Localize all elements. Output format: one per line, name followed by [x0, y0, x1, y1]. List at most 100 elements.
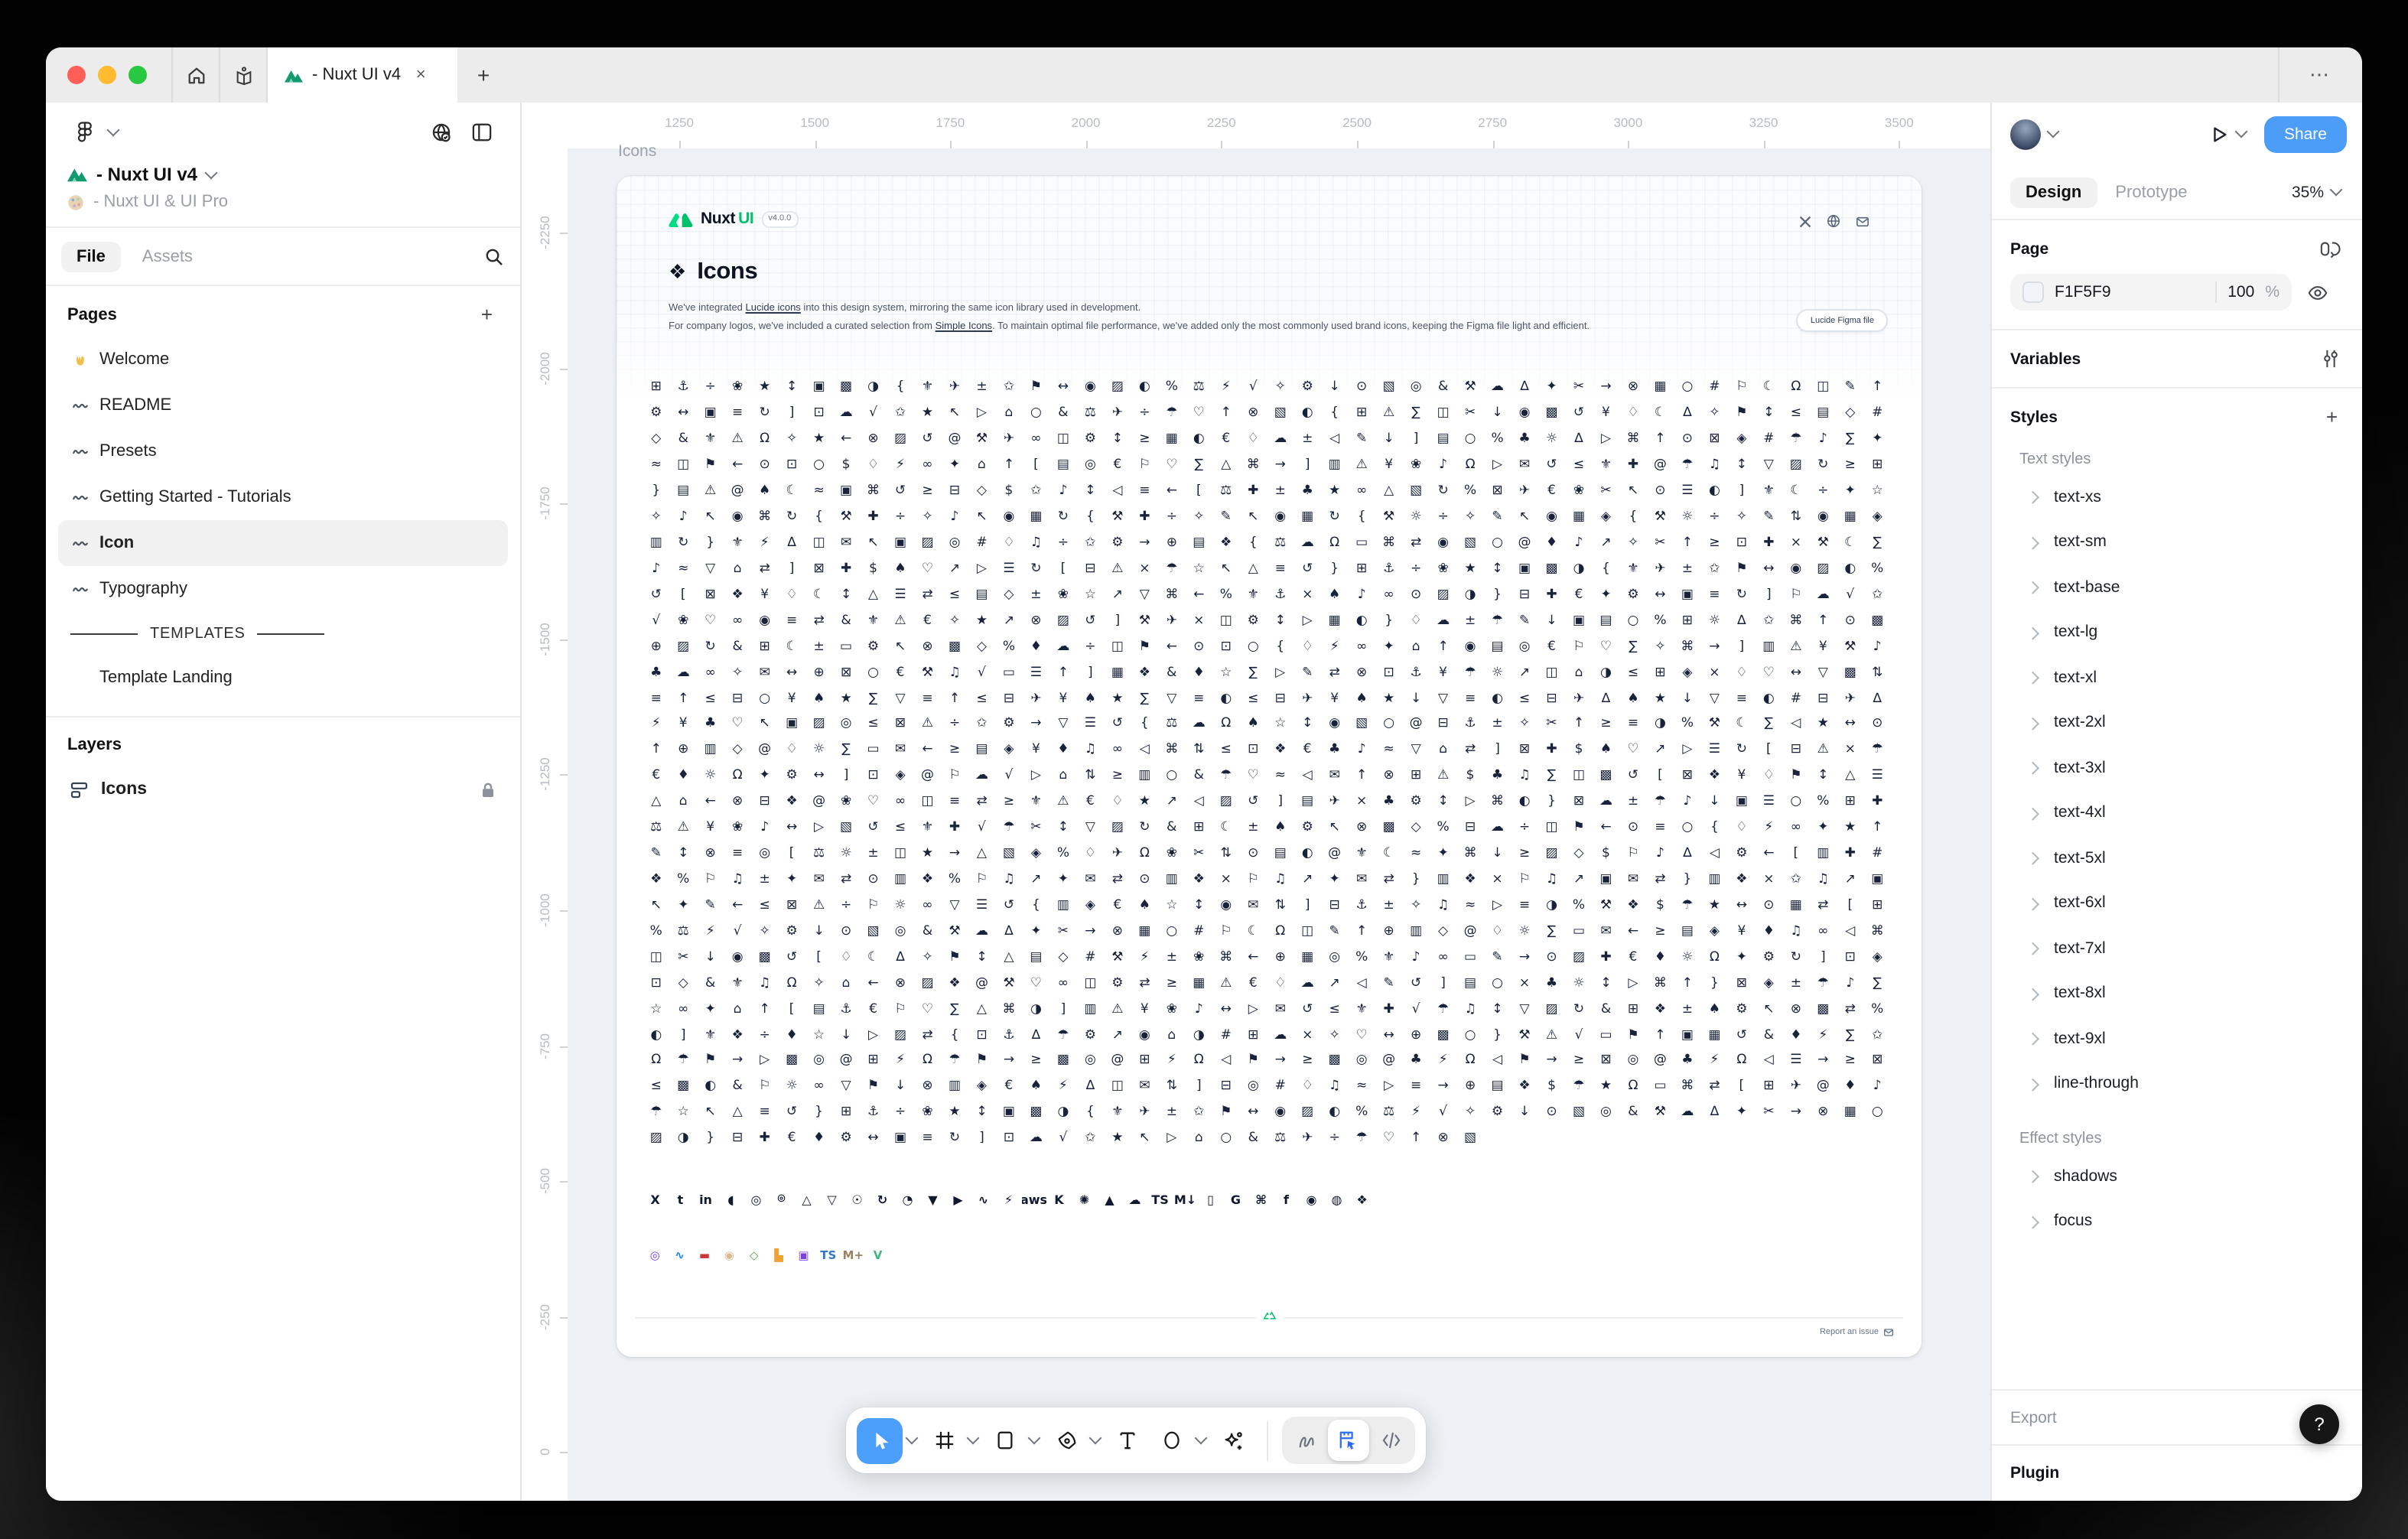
open-variables-button[interactable] [2316, 349, 2344, 369]
page-color-hex[interactable]: F1F5F9 [2055, 283, 2205, 301]
search-button[interactable] [483, 246, 505, 267]
grid-icon: ± [1782, 970, 1810, 996]
chevron-down-icon[interactable] [107, 123, 120, 136]
effect-style-item[interactable]: focus [2010, 1199, 2344, 1244]
tab-assets[interactable]: Assets [127, 241, 208, 272]
add-page-button[interactable]: + [475, 304, 499, 324]
move-tool-button[interactable] [857, 1417, 903, 1463]
chevron-down-icon[interactable] [205, 166, 218, 179]
text-style-item[interactable]: text-4xl [2010, 790, 2344, 835]
home-button[interactable] [173, 47, 219, 102]
file-title[interactable]: - Nuxt UI v4 [96, 164, 197, 185]
globe-icon[interactable] [1827, 214, 1840, 228]
ellipse-tool-button[interactable] [1152, 1417, 1192, 1463]
share-button[interactable]: Share [2264, 116, 2347, 152]
grid-icon: ★ [1647, 685, 1674, 711]
actions-tool-button[interactable] [1213, 1417, 1253, 1463]
text-style-item[interactable]: text-8xl [2010, 971, 2344, 1016]
layer-item-icons[interactable]: Icons [58, 766, 508, 812]
dev-mode-button[interactable] [1328, 1420, 1369, 1461]
chevron-down-icon[interactable] [906, 1432, 919, 1445]
zoom-window-button[interactable] [129, 66, 147, 84]
grid-icon: ❖ [1701, 763, 1729, 789]
grid-icon: ★ [1456, 556, 1483, 582]
tab-design[interactable]: Design [2010, 177, 2097, 207]
draw-mode-button[interactable] [1287, 1421, 1325, 1459]
grid-icon: ☾ [1240, 919, 1267, 945]
text-style-item[interactable]: text-lg [2010, 610, 2344, 655]
window-more-button[interactable]: ⋯ [2279, 47, 2362, 102]
tab-file[interactable]: File [61, 241, 121, 272]
grid-icon: ∞ [1375, 582, 1402, 608]
lucide-figma-file-button[interactable]: Lucide Figma file [1797, 309, 1888, 332]
figma-menu-button[interactable] [67, 115, 101, 148]
page-swap-button[interactable] [2316, 239, 2344, 259]
text-style-item[interactable]: text-2xl [2010, 700, 2344, 745]
avatar[interactable] [2010, 119, 2041, 149]
library-button[interactable] [220, 47, 266, 102]
lock-icon[interactable] [480, 781, 496, 798]
text-style-item[interactable]: text-sm [2010, 519, 2344, 565]
page-item[interactable]: Welcome [58, 337, 508, 382]
text-style-item[interactable]: text-xs [2010, 474, 2344, 519]
grid-icon: ↺ [1293, 996, 1320, 1022]
zoom-select[interactable]: 35% [2292, 183, 2344, 201]
report-issue-link[interactable]: Report an issue [1820, 1328, 1894, 1337]
help-button[interactable]: ? [2299, 1404, 2339, 1444]
tab-nuxt-ui-v4[interactable]: - Nuxt UI v4 × [268, 47, 457, 102]
page-item[interactable]: README [58, 382, 508, 428]
x-twitter-icon[interactable] [1799, 215, 1811, 227]
page-opacity-value[interactable]: 100 [2227, 283, 2254, 301]
page-color-field[interactable]: F1F5F9 100 % [2010, 274, 2292, 311]
grid-icon: ∑ [1131, 685, 1158, 711]
project-name[interactable]: - Nuxt UI & UI Pro [93, 193, 228, 211]
text-style-item[interactable]: text-7xl [2010, 926, 2344, 971]
frame-tool-button[interactable] [924, 1417, 964, 1463]
chevron-down-icon[interactable] [1028, 1432, 1041, 1445]
text-style-item[interactable]: text-xl [2010, 655, 2344, 700]
grid-icon: ☂ [1158, 401, 1186, 427]
chevron-down-icon[interactable] [2234, 125, 2247, 138]
code-mode-button[interactable] [1372, 1421, 1411, 1459]
text-style-item[interactable]: text-5xl [2010, 835, 2344, 880]
library-status-button[interactable] [424, 115, 457, 148]
text-style-item[interactable]: text-base [2010, 565, 2344, 610]
grid-icon: ⊕ [669, 737, 696, 763]
shape-tool-button[interactable] [985, 1417, 1025, 1463]
toggle-visibility-button[interactable] [2304, 284, 2332, 301]
lucide-icons-link[interactable]: Lucide icons [746, 303, 801, 314]
chevron-down-icon[interactable] [1195, 1432, 1208, 1445]
toggle-sidebar-button[interactable] [465, 115, 499, 148]
text-style-item[interactable]: text-6xl [2010, 880, 2344, 926]
present-play-icon[interactable] [2209, 123, 2229, 145]
canvas[interactable]: 1250150017502000225025002750300032503500… [522, 102, 1990, 1501]
page-item-template-landing[interactable]: Template Landing [58, 655, 508, 701]
chevron-down-icon[interactable] [2047, 125, 2060, 138]
pen-tool-button[interactable] [1046, 1417, 1086, 1463]
tab-prototype[interactable]: Prototype [2100, 177, 2202, 207]
text-style-item[interactable]: text-3xl [2010, 745, 2344, 790]
icons-frame[interactable]: Nuxt UI v4.0.0 ❖ Icons [617, 176, 1922, 1357]
page-item[interactable]: Getting Started - Tutorials [58, 474, 508, 520]
close-tab-icon[interactable]: × [410, 64, 431, 86]
add-style-button[interactable]: + [2320, 407, 2344, 427]
page-item[interactable]: Typography [58, 566, 508, 612]
new-tab-button[interactable]: + [457, 47, 509, 102]
text-style-item[interactable]: line-through [2010, 1061, 2344, 1106]
mail-icon[interactable] [1856, 215, 1869, 227]
chevron-down-icon[interactable] [1089, 1432, 1102, 1445]
simple-icons-link[interactable]: Simple Icons [936, 321, 992, 332]
ruler-label: -250 [537, 1304, 552, 1330]
page-item[interactable]: Presets [58, 428, 508, 474]
text-tool-button[interactable] [1108, 1417, 1147, 1463]
frame-name-label[interactable]: Icons [618, 142, 656, 161]
minimize-window-button[interactable] [98, 66, 116, 84]
grid-icon: ⚡ [697, 919, 724, 945]
chevron-down-icon[interactable] [967, 1432, 980, 1445]
close-window-button[interactable] [67, 66, 86, 84]
effect-style-item[interactable]: shadows [2010, 1153, 2344, 1199]
page-item[interactable]: Icon [58, 520, 508, 566]
color-swatch[interactable] [2022, 281, 2044, 303]
brand-icon: ◎ [643, 1245, 667, 1265]
text-style-item[interactable]: text-9xl [2010, 1016, 2344, 1061]
